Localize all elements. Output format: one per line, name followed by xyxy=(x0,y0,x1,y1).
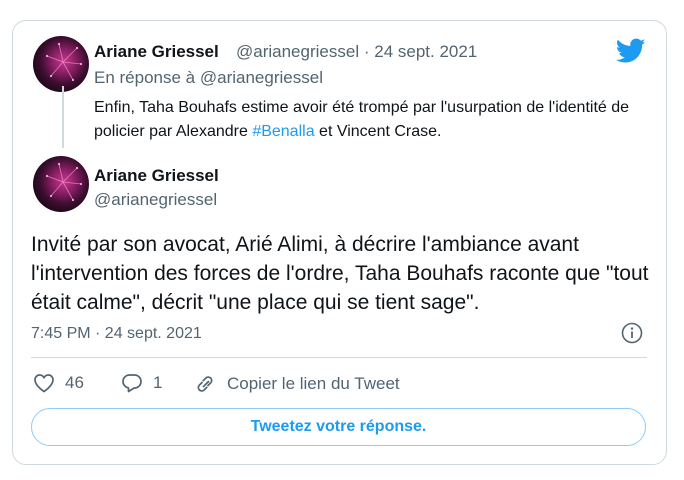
tweet-timestamp[interactable]: 7:45 PM · 24 sept. 2021 xyxy=(31,325,202,343)
link-icon xyxy=(197,376,213,392)
reply-action-button[interactable]: 1 xyxy=(121,373,162,393)
avatar-image xyxy=(33,156,89,212)
author-handle[interactable]: @arianegriessel · 24 sept. 2021 xyxy=(236,42,477,62)
divider xyxy=(31,357,647,358)
tweet-date[interactable]: 24 sept. 2021 xyxy=(374,42,477,61)
thread-connector xyxy=(62,86,64,148)
info-icon[interactable] xyxy=(621,322,643,344)
tweet-text: Invité par son avocat, Arié Alimi, à déc… xyxy=(31,233,649,314)
reply-prefix: En réponse à xyxy=(94,68,196,87)
author-name[interactable]: Ariane Griessel xyxy=(94,166,219,186)
copy-link-button[interactable]: Copier le lien du Tweet xyxy=(193,373,400,395)
twitter-bird-icon[interactable] xyxy=(616,38,646,64)
parent-text-after: et Vincent Crase. xyxy=(314,123,442,140)
hashtag-link[interactable]: #Benalla xyxy=(252,123,314,140)
avatar[interactable] xyxy=(33,156,89,212)
author-handle[interactable]: @arianegriessel xyxy=(94,190,217,210)
reply-count: 1 xyxy=(153,373,163,392)
avatar-image xyxy=(33,36,89,92)
heart-icon xyxy=(34,374,54,393)
separator: · xyxy=(363,42,370,61)
avatar[interactable] xyxy=(33,36,89,92)
reply-handle-link[interactable]: @arianegriessel xyxy=(200,68,323,87)
like-button[interactable]: 46 xyxy=(33,373,84,393)
like-count: 46 xyxy=(65,373,84,392)
handle[interactable]: @arianegriessel xyxy=(236,42,359,61)
author-name[interactable]: Ariane Griessel xyxy=(94,42,219,62)
parent-tweet-text: Enfin, Taha Bouhafs estime avoir été tro… xyxy=(94,96,634,144)
tweet-reply-button[interactable]: Tweetez votre réponse. xyxy=(31,408,646,446)
speech-bubble-icon xyxy=(122,374,142,393)
copy-link-label: Copier le lien du Tweet xyxy=(227,374,400,393)
reply-context: En réponse à @arianegriessel xyxy=(94,68,323,88)
